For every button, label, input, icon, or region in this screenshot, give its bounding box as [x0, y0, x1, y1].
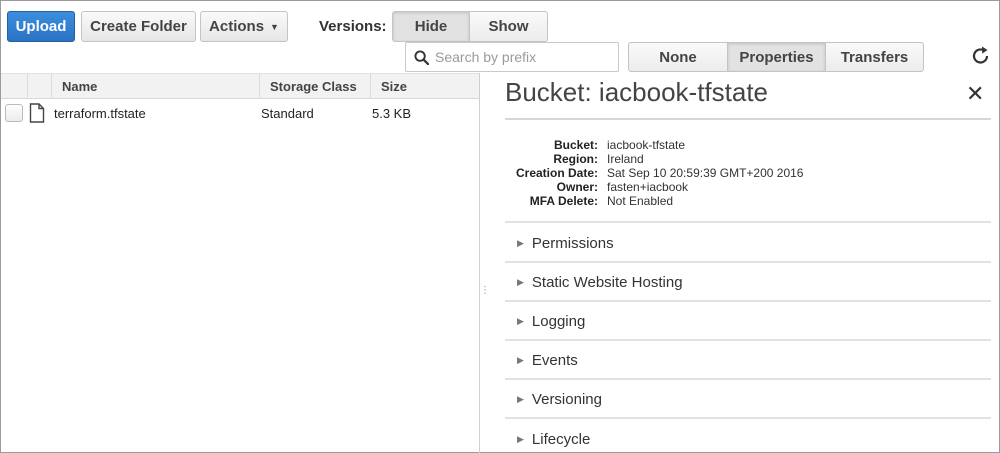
section-label: Versioning — [531, 390, 602, 408]
header-select — [1, 74, 27, 99]
versions-hide-button[interactable]: Hide — [392, 11, 470, 42]
tab-none[interactable]: None — [628, 42, 728, 72]
info-region-key: Region: — [553, 152, 598, 166]
refresh-icon[interactable] — [970, 45, 992, 67]
row-size: 5.3 KB — [372, 106, 412, 121]
panel-title: Bucket: iacbook-tfstate — [505, 77, 769, 107]
create-folder-button[interactable]: Create Folder — [81, 11, 196, 42]
actions-label: Actions — [209, 18, 265, 35]
versions-label: Versions: — [319, 18, 387, 35]
expand-arrow-icon: ▶ — [517, 433, 524, 444]
expand-arrow-icon: ▶ — [517, 276, 524, 287]
info-bucket-key: Bucket: — [553, 138, 598, 152]
section-permissions[interactable]: ▶ Permissions — [505, 225, 991, 263]
table-header: Name Storage Class Size — [1, 73, 479, 99]
row-name[interactable]: terraform.tfstate — [54, 106, 146, 121]
header-name[interactable]: Name — [51, 74, 259, 99]
section-label: Events — [531, 351, 578, 369]
section-label: Permissions — [531, 234, 614, 252]
chevron-down-icon: ▼ — [270, 21, 279, 32]
table-row[interactable]: terraform.tfstate Standard 5.3 KB — [1, 100, 479, 128]
file-icon — [29, 103, 45, 123]
expand-arrow-icon: ▶ — [517, 354, 524, 365]
row-storage-class: Standard — [261, 106, 314, 121]
row-checkbox[interactable] — [5, 104, 23, 122]
section-label: Static Website Hosting — [531, 273, 683, 291]
info-owner-key: Owner: — [556, 180, 598, 194]
versions-show-button[interactable]: Show — [469, 11, 548, 42]
section-label: Logging — [531, 312, 586, 330]
section-static-website-hosting[interactable]: ▶ Static Website Hosting — [505, 264, 991, 302]
header-storage-class[interactable]: Storage Class — [259, 74, 370, 99]
expand-arrow-icon: ▶ — [517, 393, 524, 404]
info-creation-value: Sat Sep 10 20:59:39 GMT+200 2016 — [607, 166, 804, 180]
upload-button[interactable]: Upload — [7, 11, 75, 42]
bucket-info: Bucket: iacbook-tfstate Region: Ireland … — [505, 118, 991, 223]
info-region-value: Ireland — [607, 152, 644, 166]
section-logging[interactable]: ▶ Logging — [505, 303, 991, 341]
section-versioning[interactable]: ▶ Versioning — [505, 381, 991, 419]
tab-properties[interactable]: Properties — [727, 42, 826, 72]
header-icon — [27, 74, 51, 99]
search-input[interactable] — [435, 49, 605, 65]
search-icon — [414, 49, 429, 65]
section-label: Lifecycle — [531, 430, 591, 448]
close-icon[interactable]: ✕ — [966, 81, 984, 107]
expand-arrow-icon: ▶ — [517, 237, 524, 248]
actions-button[interactable]: Actions ▼ — [200, 11, 288, 42]
expand-arrow-icon: ▶ — [517, 315, 524, 326]
search-box — [405, 42, 619, 72]
tab-transfers[interactable]: Transfers — [825, 42, 924, 72]
info-owner-value: fasten+iacbook — [607, 180, 689, 194]
info-creation-key: Creation Date: — [515, 166, 598, 180]
pane-divider — [479, 73, 480, 453]
header-size[interactable]: Size — [370, 74, 479, 99]
info-mfa-value: Not Enabled — [607, 194, 674, 208]
info-mfa-key: MFA Delete: — [529, 194, 598, 208]
info-bucket-value: iacbook-tfstate — [607, 138, 686, 152]
section-lifecycle[interactable]: ▶ Lifecycle — [505, 420, 991, 453]
section-events[interactable]: ▶ Events — [505, 342, 991, 380]
resize-handle-icon[interactable]: ⋮ — [480, 286, 490, 296]
